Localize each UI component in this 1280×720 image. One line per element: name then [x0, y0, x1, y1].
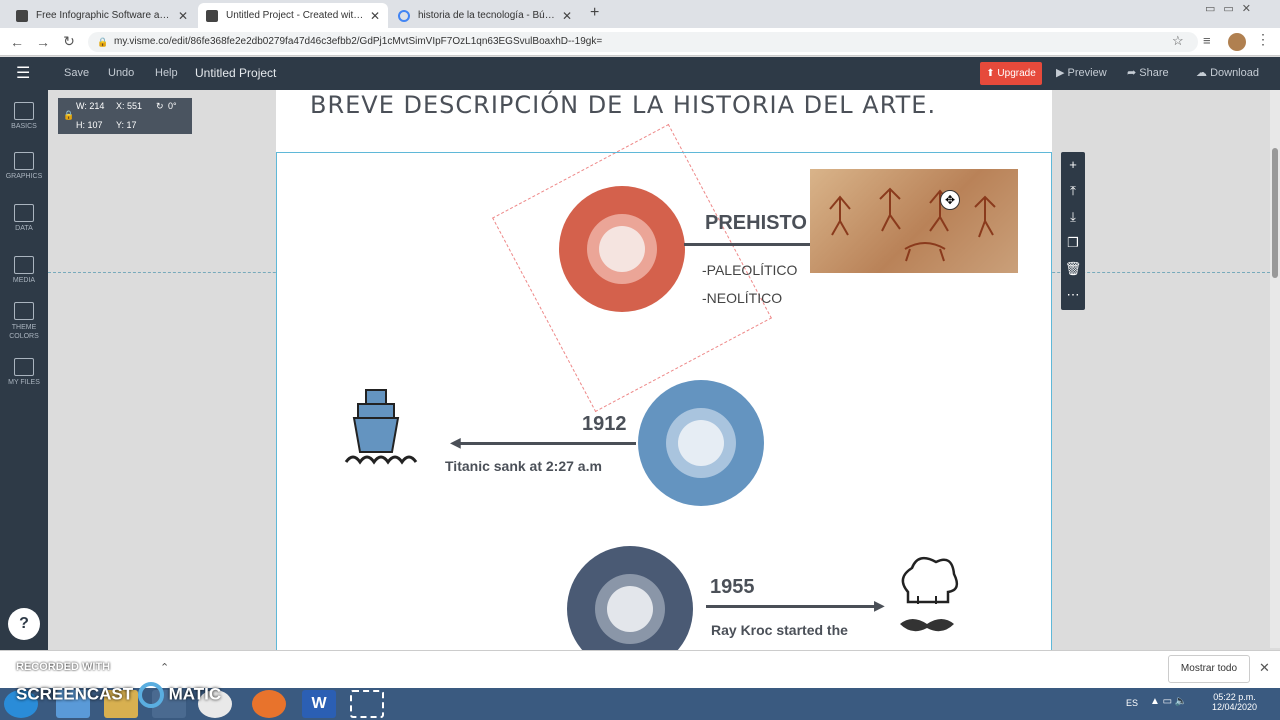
download-button[interactable]: ☁ Download — [1196, 57, 1259, 90]
lock-icon: 🔒 — [97, 37, 109, 47]
trash-icon[interactable]: 🗑 — [1061, 256, 1085, 282]
undo-button[interactable]: Undo — [108, 57, 134, 90]
selection-frame — [276, 152, 1052, 650]
watermark-brand-text: SCREENCAST — [16, 684, 134, 704]
show-all-button[interactable]: Mostrar todo — [1168, 655, 1250, 683]
clock[interactable]: 05:22 p.m. 12/04/2020 — [1212, 692, 1257, 712]
rotation-icon: ↻ — [156, 101, 164, 111]
close-tab-icon[interactable]: ✕ — [178, 9, 188, 23]
sidebar-item-graphics[interactable]: GRAPHICS — [0, 152, 48, 180]
visme-favicon-icon — [16, 9, 28, 22]
dimensions-panel: W: 214 X: 551 ↻ 0° H: 107 Y: 17 🔒 — [58, 98, 192, 134]
watermark-brand-text: MATIC — [168, 684, 222, 704]
slide-title[interactable]: BREVE DESCRIPCIÓN DE LA HISTORIA DEL ART… — [310, 87, 1010, 123]
tray-icons[interactable]: ▲ ▭ 🔈 — [1150, 696, 1187, 707]
hamburger-menu-icon[interactable]: ☰ — [16, 57, 30, 90]
save-button[interactable]: Save — [64, 57, 89, 90]
bar-chart-icon — [14, 204, 34, 222]
editor-toolbar: ☰ Save Undo Help Untitled Project ⬆ Upgr… — [0, 57, 1280, 90]
url-field[interactable]: 🔒 my.visme.co/edit/86fe368fe2e2db0279fa4… — [88, 32, 1198, 52]
height-value[interactable]: H: 107 — [76, 120, 103, 130]
preview-button[interactable]: ▶ Preview — [1056, 57, 1107, 90]
reading-list-icon[interactable]: ≡ — [1203, 33, 1211, 48]
google-favicon-icon — [398, 9, 410, 22]
add-icon[interactable]: + — [1061, 152, 1085, 178]
address-bar: ← → ↻ 🔒 my.visme.co/edit/86fe368fe2e2db0… — [0, 28, 1280, 56]
screencast-logo-icon — [137, 682, 164, 708]
profile-avatar[interactable] — [1228, 33, 1246, 51]
sidebar-item-basics[interactable]: BASICS — [0, 102, 48, 130]
duplicate-icon[interactable]: ❐ — [1061, 230, 1085, 256]
sidebar-item-media[interactable]: MEDIA — [0, 256, 48, 284]
word-icon[interactable]: W — [302, 690, 336, 718]
play-icon: ▶ — [1056, 67, 1065, 79]
rotation-value[interactable]: 0° — [168, 101, 177, 111]
browser-tab[interactable]: Free Infographic Software and P ✕ — [8, 3, 196, 28]
clock-date: 12/04/2020 — [1212, 702, 1258, 712]
help-question-button[interactable]: ? — [8, 608, 40, 640]
download-label: Download — [1210, 67, 1259, 79]
window-controls[interactable]: ▭▭✕ — [1205, 2, 1259, 15]
sidebar-item-theme-colors[interactable]: THEME COLORS — [0, 302, 48, 341]
share-button[interactable]: ➦ Share — [1127, 57, 1169, 90]
move-down-icon[interactable]: ⤓ — [1061, 204, 1085, 230]
share-label: Share — [1139, 67, 1169, 79]
play-media-icon — [14, 256, 34, 274]
y-value[interactable]: Y: 17 — [116, 120, 137, 130]
vertical-scrollbar[interactable] — [1270, 90, 1280, 648]
cloud-upload-icon — [14, 358, 34, 376]
snipping-tool-icon[interactable] — [350, 690, 384, 718]
preview-label: Preview — [1067, 67, 1107, 79]
tab-title: Untitled Project - Created with V — [226, 10, 364, 21]
move-up-icon[interactable]: ⤒ — [1061, 178, 1085, 204]
browser-tab-bar: Free Infographic Software and P ✕ Untitl… — [0, 0, 1280, 28]
recorded-with-label: RECORDED WITH — [16, 661, 111, 673]
watermark-brand: SCREENCAST MATIC — [16, 682, 221, 708]
sidebar-item-label: MEDIA — [12, 277, 36, 284]
browser-tab[interactable]: historia de la tecnología - Búsqu ✕ — [390, 3, 580, 28]
x-value[interactable]: X: 551 — [116, 101, 142, 111]
browser-tab-active[interactable]: Untitled Project - Created with V ✕ — [198, 3, 388, 28]
cube-icon — [14, 102, 34, 120]
cloud-download-icon: ☁ — [1196, 67, 1207, 79]
stripes-icon — [14, 302, 34, 320]
sidebar-item-label: THEME COLORS — [9, 324, 39, 340]
tab-title: Free Infographic Software and P — [36, 10, 172, 21]
sidebar-item-label: DATA — [15, 225, 33, 232]
help-button[interactable]: Help — [155, 57, 178, 90]
close-tab-icon[interactable]: ✕ — [370, 9, 380, 23]
browser-menu-icon[interactable]: ⋮ — [1256, 31, 1270, 48]
url-text: my.visme.co/edit/86fe368fe2e2db0279fa47d… — [114, 36, 603, 47]
sidebar-item-data[interactable]: DATA — [0, 204, 48, 232]
element-tools: + ⤒ ⤓ ❐ 🗑 ⋯ — [1061, 152, 1085, 310]
visme-favicon-icon — [206, 9, 218, 22]
graphics-icon — [14, 152, 34, 170]
forward-arrow-icon[interactable]: → — [30, 34, 56, 50]
lock-ratio-icon[interactable]: 🔒 — [63, 110, 74, 121]
sidebar-item-label: GRAPHICS — [5, 173, 43, 180]
back-arrow-icon[interactable]: ← — [4, 34, 30, 50]
more-options-icon[interactable]: ⋯ — [1061, 282, 1085, 308]
sidebar-item-label: BASICS — [11, 123, 37, 130]
project-title[interactable]: Untitled Project — [195, 57, 276, 90]
reload-icon[interactable]: ↻ — [56, 33, 82, 50]
language-indicator[interactable]: ES — [1126, 698, 1138, 708]
bookmark-star-icon[interactable]: ☆ — [1172, 33, 1184, 49]
clock-time: 05:22 p.m. — [1213, 692, 1256, 702]
width-value[interactable]: W: 214 — [76, 101, 104, 111]
upgrade-button[interactable]: ⬆ Upgrade — [980, 62, 1042, 85]
share-arrow-icon: ➦ — [1127, 67, 1137, 79]
left-sidebar: BASICS GRAPHICS DATA MEDIA THEME COLORS … — [0, 90, 48, 650]
upgrade-label: Upgrade — [997, 68, 1036, 79]
chevron-up-icon[interactable]: ⌃ — [160, 661, 169, 674]
close-bar-icon[interactable]: ✕ — [1259, 660, 1270, 676]
sidebar-item-my-files[interactable]: MY FILES — [0, 358, 48, 386]
close-tab-icon[interactable]: ✕ — [562, 9, 572, 23]
firefox-icon[interactable] — [252, 690, 286, 718]
sidebar-item-label: MY FILES — [8, 379, 40, 386]
scrollbar-thumb[interactable] — [1272, 148, 1278, 278]
new-tab-icon[interactable]: + — [590, 4, 599, 22]
upgrade-arrow-icon: ⬆ — [986, 68, 995, 79]
tab-title: historia de la tecnología - Búsqu — [418, 10, 556, 21]
